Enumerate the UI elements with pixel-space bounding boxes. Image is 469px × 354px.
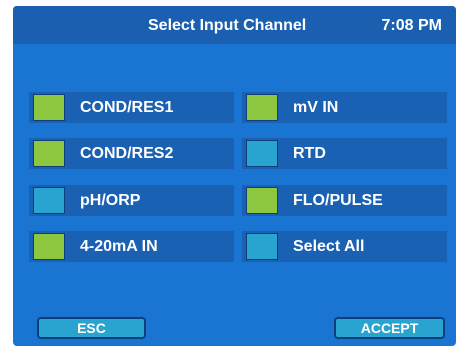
page-title: Select Input Channel (148, 17, 307, 34)
clock-time: 7:08 PM (381, 17, 442, 34)
channel-rtd[interactable]: RTD (242, 138, 447, 169)
channel-checkbox[interactable] (33, 140, 65, 167)
channel-checkbox[interactable] (33, 233, 65, 260)
select-all-checkbox[interactable] (246, 233, 278, 260)
channel-cond-res1[interactable]: COND/RES1 (29, 92, 234, 123)
channel-checkbox[interactable] (246, 140, 278, 167)
accept-button[interactable]: ACCEPT (334, 317, 445, 339)
channel-checkbox[interactable] (33, 187, 65, 214)
channel-label: mV IN (293, 99, 339, 116)
channel-label: FLO/PULSE (293, 192, 383, 209)
channel-label: RTD (293, 145, 326, 162)
channel-checkbox[interactable] (246, 94, 278, 121)
channel-label: pH/ORP (80, 192, 141, 209)
esc-button[interactable]: ESC (37, 317, 146, 339)
channel-cond-res2[interactable]: COND/RES2 (29, 138, 234, 169)
channel-label: COND/RES2 (80, 145, 174, 162)
channel-checkbox[interactable] (246, 187, 278, 214)
channel-4-20ma-in[interactable]: 4-20mA IN (29, 231, 234, 262)
input-channel-screen: Select Input Channel 7:08 PM COND/RES1 m… (13, 6, 456, 346)
channel-ph-orp[interactable]: pH/ORP (29, 185, 234, 216)
channel-label: 4-20mA IN (80, 238, 158, 255)
channel-flo-pulse[interactable]: FLO/PULSE (242, 185, 447, 216)
channel-checkbox[interactable] (33, 94, 65, 121)
channel-label: COND/RES1 (80, 99, 174, 116)
select-all-option[interactable]: Select All (242, 231, 447, 262)
channel-mv-in[interactable]: mV IN (242, 92, 447, 123)
select-all-label: Select All (293, 238, 365, 255)
header-bar: Select Input Channel 7:08 PM (13, 6, 456, 44)
